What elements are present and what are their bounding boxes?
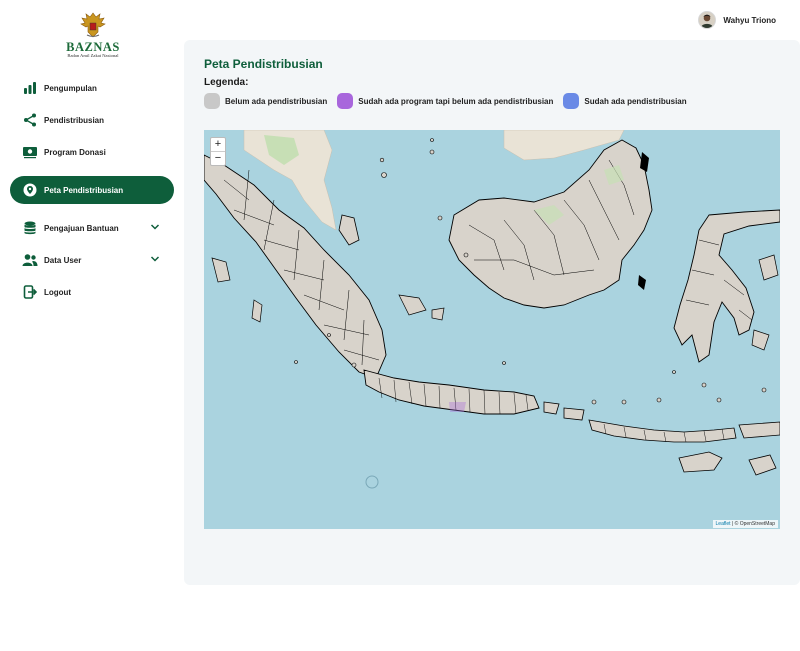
user-menu[interactable]: Wahyu Triono xyxy=(698,11,776,29)
map-pin-icon xyxy=(22,182,38,198)
leaflet-link[interactable]: Leaflet xyxy=(716,521,731,527)
sidebar-item-logout[interactable]: Logout xyxy=(10,278,174,306)
legend-item: Belum ada pendistribusian xyxy=(204,93,327,109)
zoom-in-button[interactable]: + xyxy=(211,138,225,152)
users-icon xyxy=(22,252,38,268)
sidebar-item-label: Pengumpulan xyxy=(44,83,97,93)
sidebar-item-program-donasi[interactable]: Program Donasi xyxy=(10,138,174,166)
legend-label: Sudah ada pendistribusian xyxy=(584,96,687,106)
database-icon xyxy=(22,220,38,236)
sidebar-item-peta-pendistribusian[interactable]: Peta Pendistribusian xyxy=(10,176,174,204)
legend-item: Sudah ada pendistribusian xyxy=(563,93,687,109)
zoom-out-button[interactable]: − xyxy=(211,152,225,165)
map-canvas[interactable] xyxy=(204,130,780,529)
sidebar-item-label: Data User xyxy=(44,255,82,265)
avatar xyxy=(698,11,717,29)
sidebar-item-pengajuan-bantuan[interactable]: Pengajuan Bantuan xyxy=(10,214,174,242)
logo-brand-text: BAZNAS xyxy=(66,40,120,54)
legend-title: Legenda: xyxy=(204,77,249,88)
sidebar-item-pengumpulan[interactable]: Pengumpulan xyxy=(10,74,174,102)
sidebar-item-data-user[interactable]: Data User xyxy=(10,246,174,274)
legend-swatch-purple xyxy=(337,93,354,109)
page-title: Peta Pendistribusian xyxy=(204,57,323,71)
distribution-map[interactable]: + − Leaflet | © OpenStreetMap xyxy=(204,130,780,529)
sidebar-item-label: Pengajuan Bantuan xyxy=(44,223,119,233)
osm-attribution[interactable]: | © OpenStreetMap xyxy=(732,521,775,527)
legend-label: Sudah ada program tapi belum ada pendist… xyxy=(358,96,554,106)
bar-chart-icon xyxy=(22,80,38,96)
sidebar-item-label: Program Donasi xyxy=(44,147,106,157)
main-panel: Peta Pendistribusian Legenda: Belum ada … xyxy=(184,40,800,585)
sidebar-item-label: Pendistribusian xyxy=(44,115,105,125)
sidebar: BAZNAS Badan Amil Zakat Nasional Pengump… xyxy=(0,0,184,651)
user-name: Wahyu Triono xyxy=(723,15,776,25)
legend-label: Belum ada pendistribusian xyxy=(225,96,328,106)
chevron-down-icon[interactable] xyxy=(150,222,160,232)
chevron-down-icon[interactable] xyxy=(150,254,160,264)
sidebar-item-label: Logout xyxy=(44,287,72,297)
baznas-logo[interactable]: BAZNAS Badan Amil Zakat Nasional xyxy=(58,10,128,59)
sidebar-item-label: Peta Pendistribusian xyxy=(44,185,124,195)
logo-subtitle: Badan Amil Zakat Nasional xyxy=(67,53,119,58)
legend: Belum ada pendistribusian Sudah ada prog… xyxy=(204,93,697,109)
garuda-emblem-icon xyxy=(80,12,106,38)
logout-icon xyxy=(22,284,38,300)
zoom-control: + − xyxy=(210,137,226,166)
legend-swatch-blue xyxy=(563,93,580,109)
money-icon xyxy=(22,144,38,160)
legend-swatch-grey xyxy=(204,93,220,109)
sidebar-item-pendistribusian[interactable]: Pendistribusian xyxy=(10,106,174,134)
legend-item: Sudah ada program tapi belum ada pendist… xyxy=(337,93,553,109)
share-icon xyxy=(22,112,38,128)
map-attribution: Leaflet | © OpenStreetMap xyxy=(712,520,778,528)
